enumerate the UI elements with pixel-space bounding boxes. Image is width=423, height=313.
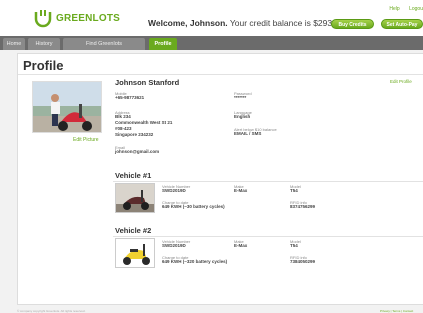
- charge-value: 649 KWH (~30 battery cycles): [162, 204, 225, 209]
- vehicle-2-photo: [115, 238, 155, 268]
- make-value: E-Max: [234, 188, 248, 193]
- scooter-photo-image: [116, 239, 154, 267]
- language-value: English: [234, 114, 251, 119]
- vehicle-1-divider: [113, 181, 423, 182]
- credit-balance-text: Your credit balance is $293.08: [227, 18, 344, 28]
- tab-home[interactable]: Home: [3, 38, 25, 50]
- footer-copyright: © company copyright Greenlots. All right…: [17, 309, 86, 313]
- rfid-value: 7384050299: [290, 259, 316, 264]
- tab-history[interactable]: History: [28, 38, 60, 50]
- header: GREENLOTS Welcome, Johnson. Your credit …: [0, 0, 423, 36]
- title-divider: [18, 74, 423, 75]
- welcome-message: Welcome, Johnson. Your credit balance is…: [148, 18, 344, 28]
- footer-links[interactable]: Privacy | Terms | Contact: [380, 309, 413, 313]
- greenlots-logo[interactable]: GREENLOTS: [20, 6, 140, 32]
- logout-link[interactable]: Logou: [409, 6, 423, 12]
- email-value: johnson@gmail.com: [115, 149, 160, 154]
- rider-photo-image: [33, 82, 101, 132]
- welcome-name: Welcome, Johnson.: [148, 18, 228, 28]
- rfid-value: 8374756299: [290, 204, 316, 209]
- model-value: T54: [290, 188, 298, 193]
- edit-profile-link[interactable]: Edit Profile: [390, 79, 412, 84]
- logo-text: GREENLOTS: [56, 13, 121, 24]
- tab-profile[interactable]: Profile: [149, 38, 177, 50]
- plug-logo-icon: [34, 10, 52, 28]
- buy-credits-button[interactable]: Buy Credits: [331, 19, 374, 29]
- make-value: E-Max: [234, 243, 248, 248]
- main-nav: Home History Find Greenlots Profile: [0, 36, 423, 50]
- vehicle-1-title: Vehicle #1: [115, 171, 152, 180]
- profile-name: Johnson Stanford: [115, 78, 180, 87]
- page-title: Profile: [23, 58, 64, 73]
- vehicle-1-photo: [115, 183, 155, 213]
- scooter-photo-image: [116, 184, 154, 212]
- alert-value: EMAIL / SMS: [234, 131, 262, 136]
- tab-find-greenlots[interactable]: Find Greenlots: [63, 38, 145, 50]
- help-link[interactable]: Help: [389, 6, 399, 12]
- mobile-value: +65-98773621: [115, 95, 145, 100]
- vehicle-2-divider: [113, 236, 423, 237]
- charge-value: 649 KWH (~320 battery cycles): [162, 259, 228, 264]
- profile-panel: Profile Edit Picture Johnson Stanford Ed…: [17, 53, 423, 305]
- password-value: *******: [234, 95, 247, 100]
- profile-photo: [32, 81, 102, 133]
- edit-picture-link[interactable]: Edit Picture: [73, 137, 99, 143]
- model-value: T54: [290, 243, 298, 248]
- address-line: Singapore 234232: [115, 132, 154, 137]
- vehicle-2-title: Vehicle #2: [115, 226, 152, 235]
- vehicle-number-value: SWD2019D: [162, 188, 186, 193]
- set-auto-pay-button[interactable]: Set Auto-Pay: [381, 19, 423, 29]
- vehicle-number-value: SWD2019D: [162, 243, 186, 248]
- top-links: Help Logou: [381, 6, 423, 12]
